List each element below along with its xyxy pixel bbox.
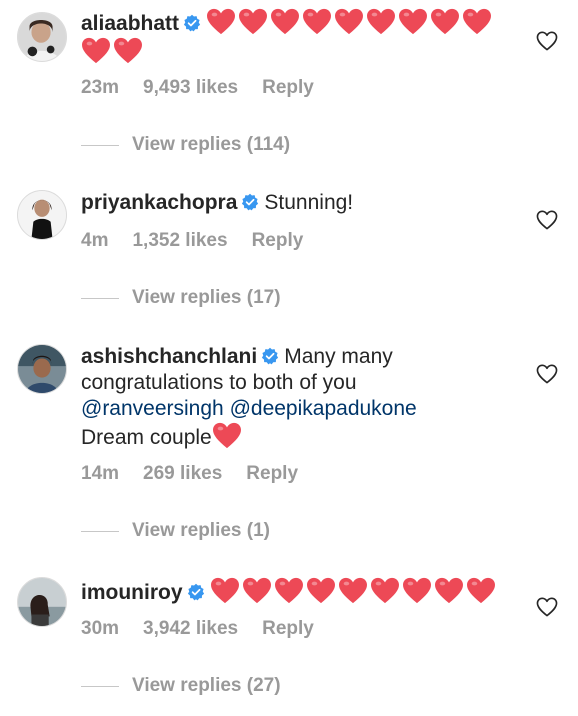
comment-likes[interactable]: 269 likes	[143, 463, 222, 484]
comment-meta: 14m 269 likes Reply	[81, 463, 322, 485]
comment-text: Stunning!	[264, 191, 354, 214]
heart-emoji-icon	[302, 8, 332, 36]
heart-emoji-icon	[274, 577, 304, 605]
comment-meta: 4m 1,352 likes Reply	[81, 230, 327, 252]
comment-likes[interactable]: 1,352 likes	[132, 230, 227, 251]
comment-meta: 30m 3,942 likes Reply	[81, 618, 338, 640]
heart-emoji-icon	[113, 37, 143, 65]
heart-emoji-icon	[206, 8, 236, 36]
username[interactable]: aliaabhatt	[81, 12, 179, 35]
heart-emoji-icon	[270, 8, 300, 36]
heart-emoji-icon	[306, 577, 336, 605]
divider-line	[81, 297, 119, 299]
like-heart-outline-icon[interactable]	[536, 364, 558, 384]
like-heart-outline-icon[interactable]	[536, 31, 558, 51]
reply-button[interactable]: Reply	[262, 77, 314, 98]
like-heart-outline-icon[interactable]	[536, 210, 558, 230]
heart-emoji-icon	[398, 8, 428, 36]
verified-badge-icon	[187, 583, 205, 601]
view-replies-label: View replies (27)	[132, 675, 281, 696]
heart-emoji-icon	[434, 577, 464, 605]
verified-badge-icon	[261, 347, 279, 365]
comment-body: imouniroy	[81, 577, 521, 606]
heart-emoji-icon	[402, 577, 432, 605]
comment-time: 30m	[81, 618, 120, 639]
username[interactable]: imouniroy	[81, 581, 183, 604]
heart-emoji-icon	[242, 577, 272, 605]
comment-time: 14m	[81, 463, 120, 484]
mention-link[interactable]: @ranveersingh	[81, 397, 224, 420]
heart-emojis	[210, 581, 498, 604]
comment-body: aliaabhatt	[81, 8, 521, 66]
comment-time: 4m	[81, 230, 109, 251]
heart-emoji-icon	[366, 8, 396, 36]
comment-likes[interactable]: 3,942 likes	[143, 618, 238, 639]
verified-badge-icon	[241, 193, 259, 211]
mention-link[interactable]: @deepikapadukone	[230, 397, 417, 420]
heart-emoji-icon	[334, 8, 364, 36]
comment-text-line1: Many many	[284, 345, 393, 368]
divider-line	[81, 530, 119, 532]
view-replies-label: View replies (1)	[132, 520, 270, 541]
view-replies-button[interactable]: View replies (27)	[81, 675, 281, 697]
username[interactable]: priyankachopra	[81, 191, 237, 214]
avatar[interactable]	[17, 577, 67, 627]
avatar[interactable]	[17, 12, 67, 62]
heart-emoji-icon	[210, 577, 240, 605]
heart-emoji-icon	[430, 8, 460, 36]
divider-line	[81, 144, 119, 146]
view-replies-button[interactable]: View replies (17)	[81, 287, 281, 309]
comment-meta: 23m 9,493 likes Reply	[81, 77, 338, 99]
comment-text-line4: Dream couple	[81, 426, 212, 449]
comment-text-line2: congratulations to both of you	[81, 371, 357, 394]
view-replies-button[interactable]: View replies (1)	[81, 520, 270, 542]
heart-emoji-icon	[466, 577, 496, 605]
comment-time: 23m	[81, 77, 120, 98]
like-heart-outline-icon[interactable]	[536, 597, 558, 617]
heart-emoji-icon	[212, 422, 242, 450]
verified-badge-icon	[183, 14, 201, 32]
heart-emoji-icon	[81, 37, 111, 65]
heart-emoji-icon	[462, 8, 492, 36]
comment-body: priyankachopra Stunning!	[81, 190, 521, 216]
avatar[interactable]	[17, 344, 67, 394]
heart-emoji-icon	[238, 8, 268, 36]
reply-button[interactable]: Reply	[246, 463, 298, 484]
avatar[interactable]	[17, 190, 67, 240]
heart-emoji-icon	[370, 577, 400, 605]
reply-button[interactable]: Reply	[262, 618, 314, 639]
comment-likes[interactable]: 9,493 likes	[143, 77, 238, 98]
comment-body: ashishchanchlani Many many congratulation…	[81, 344, 521, 451]
view-replies-label: View replies (114)	[132, 134, 291, 155]
username[interactable]: ashishchanchlani	[81, 345, 257, 368]
divider-line	[81, 685, 119, 687]
view-replies-button[interactable]: View replies (114)	[81, 134, 290, 156]
reply-button[interactable]: Reply	[252, 230, 304, 251]
heart-emoji-icon	[338, 577, 368, 605]
view-replies-label: View replies (17)	[132, 287, 281, 308]
